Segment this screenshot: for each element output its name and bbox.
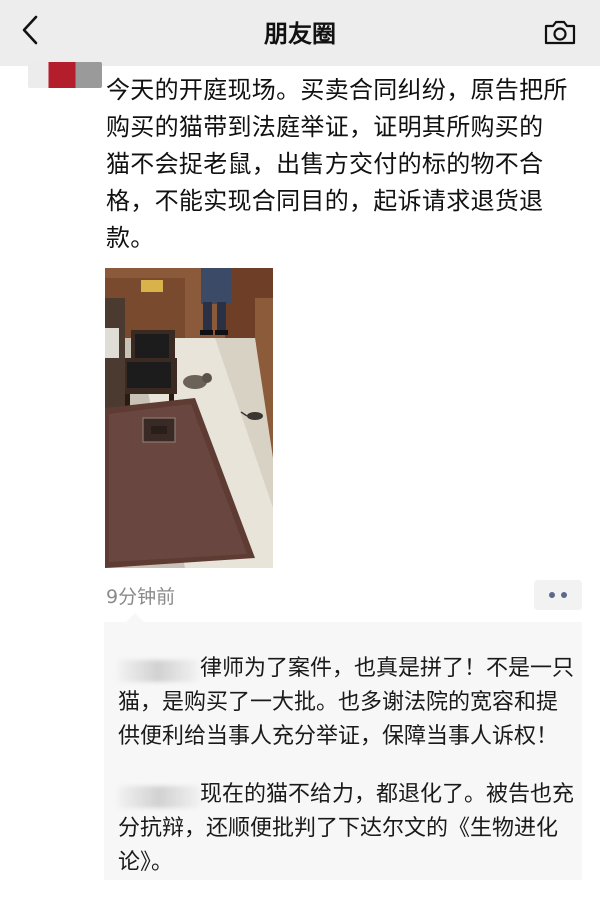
- comment-line: 猫，是购买了一大批。也多谢法院的宽容和提: [118, 690, 559, 715]
- post-text-line: 猫不会捉老鼠，出售方交付的标的物不合: [106, 150, 544, 178]
- post-timestamp: 9分钟前: [106, 586, 176, 608]
- comment-item[interactable]: 律师为了案件，也真是拼了！不是一只 猫，是购买了一大批。也多谢法院的宽容和提 供…: [118, 652, 576, 754]
- camera-button[interactable]: [538, 12, 582, 52]
- post-text-line: 款。: [106, 224, 155, 252]
- comment-line: 分抗辩，还顺便批判了下达尔文的《生物进化: [118, 816, 559, 841]
- comment-area: 律师为了案件，也真是拼了！不是一只 猫，是购买了一大批。也多谢法院的宽容和提 供…: [104, 613, 582, 880]
- post-photo[interactable]: [105, 268, 273, 568]
- post-text-line: 格，不能实现合同目的，起诉请求退货退: [106, 187, 544, 215]
- comment-line: 现在的猫不给力，都退化了。被告也充: [200, 782, 575, 807]
- post-text-line: 购买的猫带到法庭举证，证明其所购买的: [106, 113, 544, 141]
- comment-item[interactable]: 现在的猫不给力，都退化了。被告也充 分抗辩，还顺便批判了下达尔文的《生物进化 论…: [118, 778, 576, 880]
- comment-line: 论》。: [118, 850, 174, 875]
- bottom-spacer: [0, 884, 600, 900]
- camera-icon: [544, 20, 576, 45]
- courtroom-image: [105, 268, 273, 568]
- post-text-line: 今天的开庭现场。买卖合同纠纷，原告把所: [106, 76, 568, 104]
- post-text: 今天的开庭现场。买卖合同纠纷，原告把所 购买的猫带到法庭举证，证明其所购买的 猫…: [106, 72, 582, 257]
- more-dots-icon: [561, 592, 567, 598]
- more-dots-icon: [549, 592, 555, 598]
- more-button[interactable]: [534, 580, 582, 610]
- avatar[interactable]: [28, 62, 102, 88]
- page-title: 朋友圈: [264, 20, 336, 48]
- comment-line: 律师为了案件，也真是拼了！不是一只: [200, 656, 575, 681]
- comment-line: 供便利给当事人充分举证，保障当事人诉权！: [118, 724, 559, 749]
- top-navbar: 朋友圈: [0, 0, 600, 66]
